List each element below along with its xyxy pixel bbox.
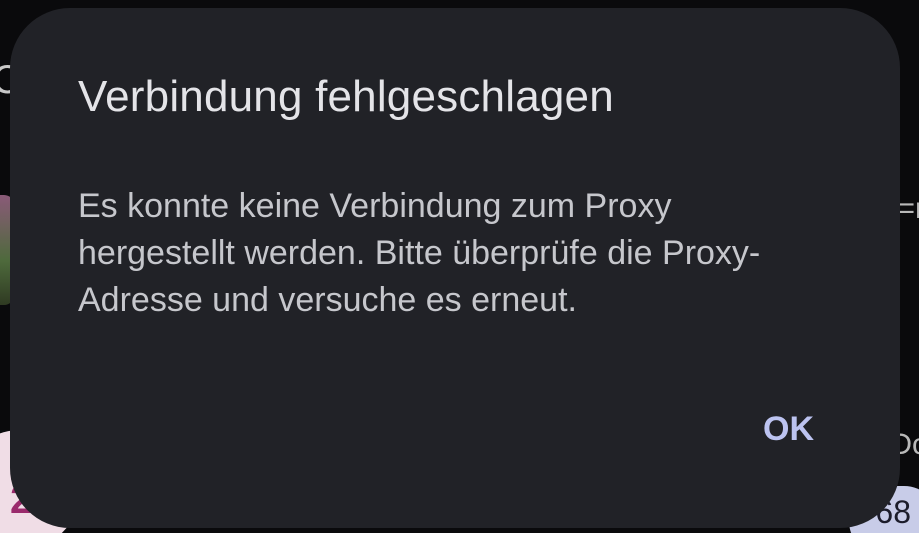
- ok-button[interactable]: OK: [749, 402, 828, 457]
- dialog-title: Verbindung fehlgeschlagen: [78, 72, 614, 121]
- background-text-right: =r: [897, 192, 919, 225]
- dialog-message: Es konnte keine Verbindung zum Proxy her…: [78, 187, 761, 319]
- connection-error-dialog: Verbindung fehlgeschlagen Es konnte kein…: [10, 8, 900, 528]
